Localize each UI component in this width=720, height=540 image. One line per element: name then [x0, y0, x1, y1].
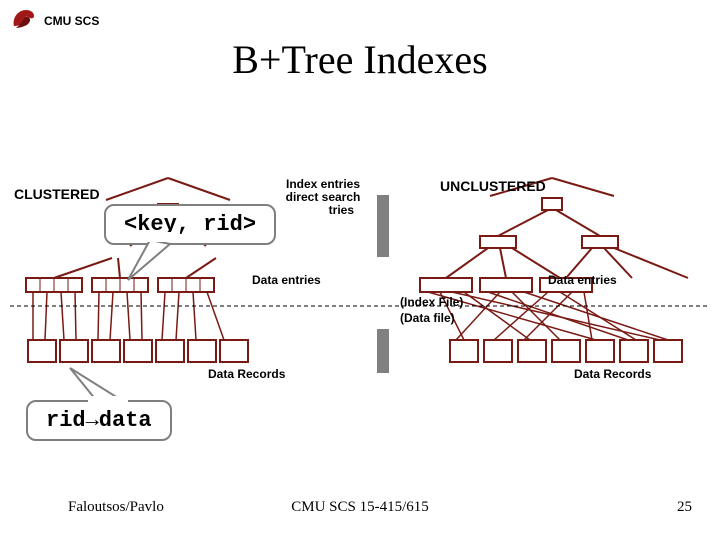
callout-tails [0, 0, 720, 540]
footer-course: CMU SCS 15-415/615 [0, 499, 720, 516]
footer-page: 25 [677, 499, 692, 516]
